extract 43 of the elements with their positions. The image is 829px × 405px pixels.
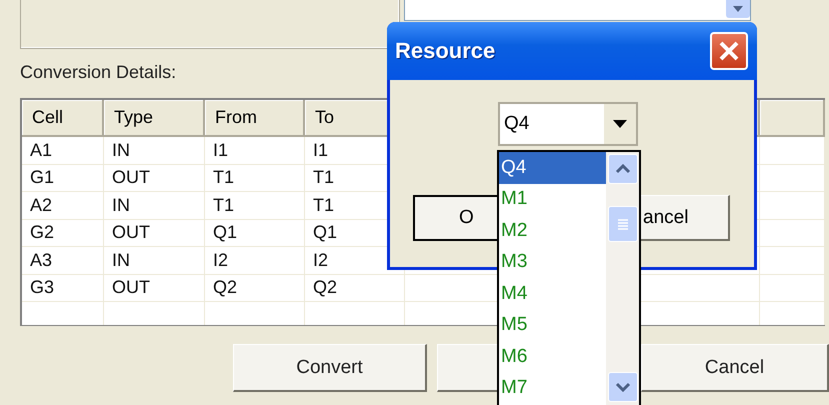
chevron-up-icon xyxy=(614,164,630,174)
close-icon xyxy=(718,40,740,62)
table-cell: G3 xyxy=(22,274,104,302)
table-cell: IN xyxy=(104,192,205,220)
table-cell: A3 xyxy=(22,247,104,274)
window-title: Resource xyxy=(395,38,496,64)
table-cell: OUT xyxy=(104,220,205,247)
table-cell: OUT xyxy=(104,164,205,192)
table-cell: G2 xyxy=(22,220,104,247)
table-cell: Q2 xyxy=(305,274,405,302)
section-label: Conversion Details: xyxy=(20,62,178,84)
table-cell: Q2 xyxy=(205,274,305,302)
table-cell: OUT xyxy=(104,274,205,302)
convert-button[interactable]: Convert xyxy=(233,344,427,392)
table-cell: IN xyxy=(104,137,205,164)
table-cell: A2 xyxy=(22,192,104,220)
table-cell: I1 xyxy=(205,137,305,164)
dropdown-button[interactable] xyxy=(603,104,636,144)
chevron-down-icon xyxy=(614,382,630,392)
list-box[interactable] xyxy=(404,0,751,21)
table-cell: IN xyxy=(104,247,205,274)
column-header[interactable]: Type xyxy=(104,100,205,137)
scrollbar[interactable] xyxy=(606,152,639,405)
scroll-down-button[interactable] xyxy=(608,372,638,402)
cancel-button[interactable]: Cancel xyxy=(641,344,829,392)
table-cell: Q1 xyxy=(205,220,305,247)
triangle-down-icon xyxy=(733,6,743,12)
column-header[interactable]: Cell xyxy=(22,100,104,137)
column-header[interactable] xyxy=(760,100,825,137)
column-header[interactable]: From xyxy=(205,100,305,137)
table-cell: I2 xyxy=(205,247,305,274)
scroll-thumb[interactable] xyxy=(608,206,638,242)
table-cell: A1 xyxy=(22,137,104,164)
list-item[interactable]: Q4 xyxy=(499,152,606,184)
grip-icon xyxy=(616,218,628,230)
table-cell: T1 xyxy=(205,164,305,192)
scroll-down-button[interactable] xyxy=(726,0,750,18)
table-cell: G1 xyxy=(22,164,104,192)
close-button[interactable] xyxy=(710,32,748,70)
triangle-down-icon xyxy=(613,120,627,128)
combo-box[interactable]: Q4 xyxy=(498,102,638,146)
table-cell: T1 xyxy=(205,192,305,220)
scroll-up-button[interactable] xyxy=(608,154,638,184)
